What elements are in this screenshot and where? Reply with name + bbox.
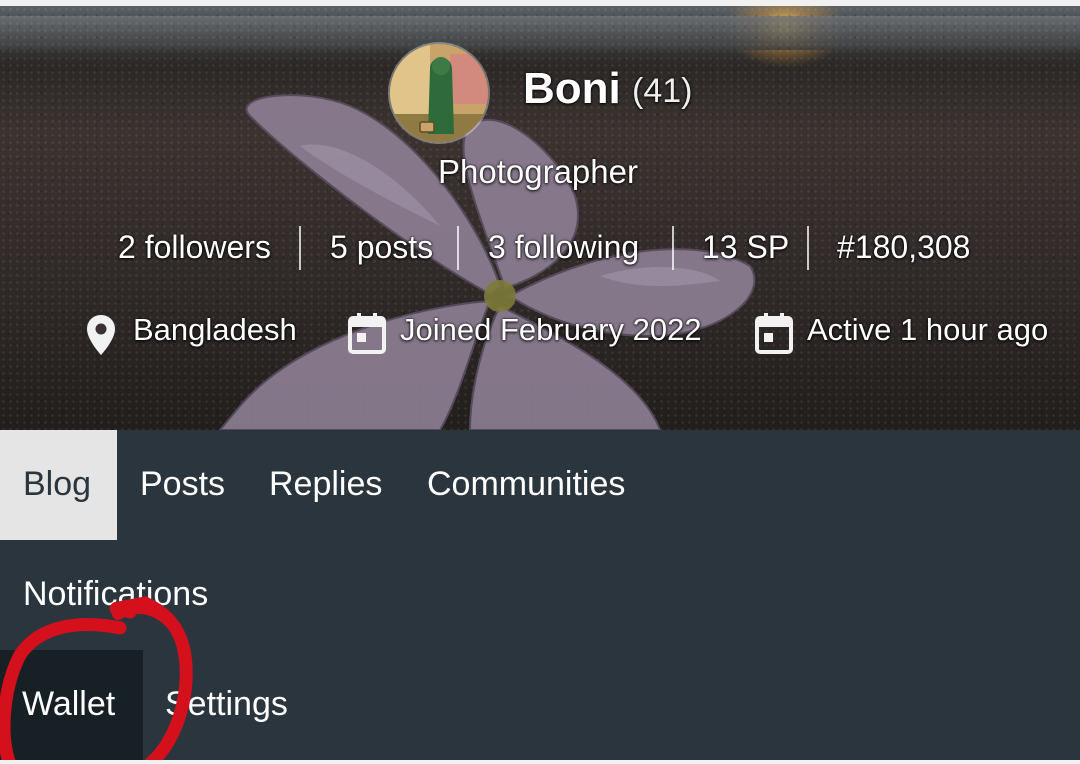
profile-about: Photographer	[438, 153, 638, 190]
following-link[interactable]: 3 following	[488, 229, 639, 266]
bottom-edge	[0, 760, 1080, 764]
joined-date: Joined February 2022	[400, 312, 702, 347]
posts-count: 5 posts	[330, 229, 434, 265]
tab-replies[interactable]: Replies	[269, 465, 382, 504]
stat-divider	[807, 226, 809, 270]
avatar-image	[390, 44, 488, 142]
calendar-icon	[755, 313, 793, 354]
tab-settings[interactable]: Settings	[165, 685, 288, 724]
rank: #180,308	[837, 229, 971, 265]
tab-wallet[interactable]: Wallet	[22, 685, 115, 724]
avatar[interactable]	[390, 44, 488, 142]
tab-communities[interactable]: Communities	[427, 465, 625, 504]
location-text: Bangladesh	[133, 312, 297, 347]
location-pin-icon	[87, 315, 115, 355]
followers-link[interactable]: 2 followers	[118, 229, 271, 266]
tab-notifications[interactable]: Notifications	[23, 575, 208, 614]
tab-posts[interactable]: Posts	[140, 465, 225, 504]
stat-divider	[457, 226, 459, 270]
stat-divider	[672, 226, 674, 270]
profile-name: Boni	[523, 64, 621, 113]
tab-blog[interactable]: Blog	[23, 465, 91, 504]
steem-power: 13 SP	[702, 229, 790, 265]
stat-divider	[299, 226, 301, 270]
calendar-icon	[348, 313, 386, 354]
last-active: Active 1 hour ago	[807, 312, 1049, 347]
reputation-score: (41)	[632, 72, 693, 110]
